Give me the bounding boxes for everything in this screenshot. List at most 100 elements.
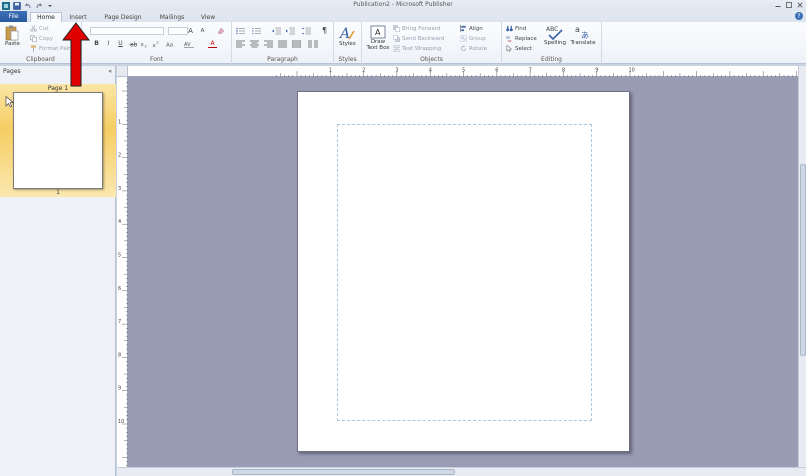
- bullets-icon[interactable]: [236, 27, 245, 37]
- grow-font-button[interactable]: A: [186, 27, 195, 35]
- spelling-button[interactable]: ABC Spelling: [542, 24, 568, 46]
- save-icon[interactable]: [13, 1, 21, 10]
- close-icon[interactable]: [796, 1, 804, 9]
- tab-page-design[interactable]: Page Design: [98, 12, 148, 22]
- margin-guides: [337, 124, 592, 421]
- line-spacing-icon[interactable]: [302, 27, 311, 37]
- pages-pane: Pages « Page 1 1: [0, 66, 116, 476]
- bring-forward-label: Bring Forward: [402, 25, 441, 32]
- italic-button[interactable]: I: [104, 40, 113, 47]
- horizontal-scrollbar[interactable]: [117, 467, 806, 476]
- font-group: A A B I U ab x2 x2 Aa AV A Font: [82, 22, 232, 64]
- help-icon[interactable]: ?: [795, 12, 803, 20]
- paragraph-group: ¶ Paragraph: [232, 22, 334, 64]
- tab-view[interactable]: View: [194, 12, 222, 22]
- ruler-label: 5: [462, 68, 465, 74]
- maximize-icon[interactable]: [785, 1, 793, 9]
- group-button[interactable]: Group: [460, 35, 486, 42]
- spelling-label: Spelling: [544, 40, 566, 46]
- svg-text:A: A: [339, 26, 350, 41]
- bring-forward-button[interactable]: Bring Forward: [393, 25, 440, 32]
- workspace-canvas[interactable]: [128, 77, 798, 467]
- collapse-pane-button[interactable]: «: [108, 68, 112, 75]
- vertical-ruler[interactable]: 1 2 3 4 5 6 7 8 9 10: [117, 77, 128, 467]
- justify-icon[interactable]: [278, 40, 287, 50]
- rotate-button[interactable]: Rotate: [460, 45, 487, 52]
- group-label: Group: [469, 35, 486, 42]
- horizontal-ruler[interactable]: 1 2 3 4 5 6 7 8 9 10: [128, 66, 798, 77]
- send-backward-button[interactable]: Send Backward: [393, 35, 444, 42]
- binoculars-icon: [506, 25, 513, 32]
- svg-text:2: 2: [145, 45, 147, 49]
- ruler-label: 6: [118, 286, 121, 292]
- svg-text:ab: ab: [130, 42, 137, 49]
- page-thumbnail-label: Page 1: [47, 85, 69, 92]
- ruler-label: 8: [562, 68, 565, 74]
- tab-home[interactable]: Home: [30, 12, 62, 22]
- styles-label: Styles: [339, 41, 356, 47]
- clear-formatting-icon[interactable]: [216, 27, 225, 37]
- text-box-icon: A: [370, 25, 386, 39]
- format-painter-icon: [30, 45, 37, 52]
- translate-button[interactable]: aあ Translate: [570, 24, 596, 46]
- bold-button[interactable]: B: [92, 40, 101, 47]
- align-center-icon[interactable]: [250, 40, 259, 50]
- select-cursor-icon: [506, 45, 513, 52]
- pages-pane-header: Pages «: [0, 66, 115, 77]
- objects-group-label: Objects: [420, 56, 443, 63]
- tab-insert[interactable]: Insert: [64, 12, 92, 22]
- text-wrapping-button[interactable]: Text Wrapping: [393, 45, 441, 52]
- styles-button[interactable]: A Styles: [339, 25, 356, 47]
- vertical-scroll-thumb[interactable]: [800, 164, 806, 356]
- numbering-icon[interactable]: [252, 27, 261, 37]
- replace-button[interactable]: ab ac Replace: [506, 35, 537, 43]
- select-label: Select: [515, 45, 532, 52]
- change-case-icon[interactable]: Aa: [166, 40, 175, 50]
- shrink-font-button[interactable]: A: [198, 28, 207, 34]
- font-color-button[interactable]: A: [208, 40, 217, 48]
- paste-button[interactable]: Paste: [5, 25, 20, 47]
- send-backward-icon: [393, 35, 400, 42]
- character-spacing-icon[interactable]: AV: [184, 40, 194, 50]
- translate-icon: aあ: [575, 25, 589, 40]
- align-right-icon[interactable]: [264, 40, 273, 50]
- pages-pane-title: Pages: [3, 68, 21, 75]
- publisher-app-icon[interactable]: [2, 1, 10, 10]
- horizontal-scroll-thumb[interactable]: [232, 469, 455, 475]
- ribbon-tabs: File Home Insert Page Design Mailings Vi…: [0, 11, 806, 22]
- page-thumbnail-selected[interactable]: Page 1 1: [0, 84, 116, 197]
- undo-icon[interactable]: [24, 2, 32, 10]
- font-size-combo[interactable]: [168, 27, 188, 35]
- select-button[interactable]: Select: [506, 45, 532, 52]
- distribute-icon[interactable]: [291, 40, 302, 50]
- redo-icon[interactable]: [35, 2, 43, 10]
- group-icon: [460, 35, 467, 42]
- svg-text:ABC: ABC: [546, 26, 558, 33]
- tab-file[interactable]: File: [0, 11, 27, 22]
- cut-button[interactable]: Cut: [30, 25, 48, 32]
- copy-button[interactable]: Copy: [30, 35, 53, 42]
- publication-page[interactable]: [297, 91, 630, 452]
- align-objects-button[interactable]: Align: [460, 25, 483, 32]
- font-name-combo[interactable]: [90, 27, 164, 35]
- superscript-icon[interactable]: x2: [152, 40, 161, 50]
- page-thumbnail[interactable]: [13, 92, 103, 189]
- minimize-icon[interactable]: [774, 1, 782, 9]
- strikethrough-icon[interactable]: ab: [128, 40, 137, 50]
- quick-access-toolbar: [0, 0, 54, 11]
- decrease-indent-icon[interactable]: [272, 27, 281, 37]
- align-left-icon[interactable]: [236, 40, 245, 50]
- show-paragraph-marks-button[interactable]: ¶: [320, 26, 329, 35]
- customize-toolbar-icon[interactable]: [46, 2, 54, 10]
- replace-icon: abac: [506, 36, 512, 43]
- draw-text-box-button[interactable]: A Draw Text Box: [365, 25, 391, 51]
- find-button[interactable]: Find: [506, 25, 526, 32]
- subscript-icon[interactable]: x2: [140, 40, 149, 50]
- columns-icon[interactable]: [308, 40, 318, 50]
- vertical-scrollbar[interactable]: [798, 66, 806, 467]
- increase-indent-icon[interactable]: [286, 27, 295, 37]
- underline-button[interactable]: U: [116, 40, 125, 47]
- tab-mailings[interactable]: Mailings: [154, 12, 190, 22]
- red-arrow-annotation: [62, 22, 90, 87]
- scissors-icon: [30, 25, 37, 32]
